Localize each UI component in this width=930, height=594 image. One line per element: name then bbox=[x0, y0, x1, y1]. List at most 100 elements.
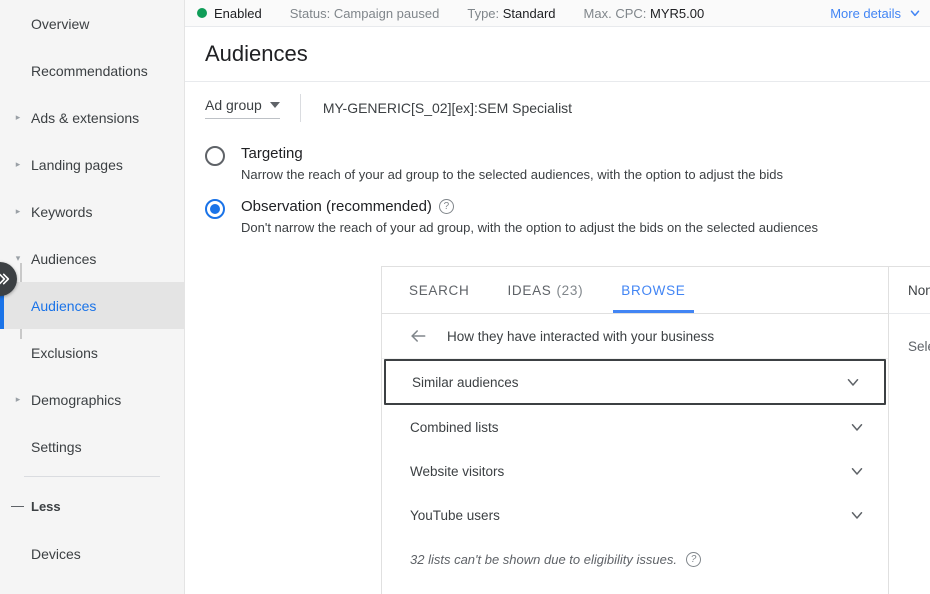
tab-label: SEARCH bbox=[409, 283, 469, 298]
sidebar-item-label: Overview bbox=[31, 16, 89, 32]
caret-down-icon bbox=[270, 102, 280, 108]
chevron-down-icon bbox=[848, 462, 866, 480]
sidebar-item-label: Demographics bbox=[31, 392, 121, 408]
picker-tabs: SEARCH IDEAS(23) BROWSE bbox=[382, 267, 888, 314]
status-campaign: Status: Campaign paused bbox=[290, 6, 440, 21]
status-type: Type: Standard bbox=[467, 6, 555, 21]
status-value: Campaign paused bbox=[334, 6, 440, 21]
sidebar-item-landing-pages[interactable]: ▸ Landing pages bbox=[0, 141, 184, 188]
max-cpc-value: MYR5.00 bbox=[650, 6, 704, 21]
category-label: YouTube users bbox=[410, 508, 500, 523]
scope-option-description: Narrow the reach of your ad group to the… bbox=[241, 167, 783, 183]
expand-chevron[interactable] bbox=[844, 373, 862, 391]
sidebar-item-recommendations[interactable]: Recommendations bbox=[0, 47, 184, 94]
tab-ideas[interactable]: IDEAS(23) bbox=[507, 267, 583, 313]
sidebar-item-label: Ads & extensions bbox=[31, 110, 139, 126]
tab-label: IDEAS bbox=[507, 283, 551, 298]
sidebar-item-label: Less bbox=[31, 499, 61, 514]
eligibility-note-text: 32 lists can't be shown due to eligibili… bbox=[410, 552, 677, 567]
back-arrow-icon[interactable] bbox=[406, 324, 430, 348]
triangle-right-icon[interactable]: ▸ bbox=[12, 394, 24, 406]
expand-chevron[interactable] bbox=[848, 506, 866, 524]
adgroup-name: MY-GENERIC[S_02][ex]:SEM Specialist bbox=[323, 100, 572, 116]
scope-option-targeting[interactable]: Targeting Narrow the reach of your ad gro… bbox=[205, 144, 930, 183]
status-label: Status: bbox=[290, 6, 330, 21]
sidebar-item-audiences[interactable]: ▾ Audiences bbox=[0, 235, 184, 282]
category-row-youtube-users[interactable]: YouTube users bbox=[382, 493, 888, 537]
category-row-combined-lists[interactable]: Combined lists bbox=[382, 405, 888, 449]
expand-chevron[interactable] bbox=[848, 418, 866, 436]
selection-header: None selected bbox=[889, 267, 930, 314]
left-sidebar-navigation: Overview Recommendations ▸ Ads & extensions… bbox=[0, 0, 185, 594]
status-dot-icon bbox=[197, 8, 207, 18]
eligibility-note-row: 32 lists can't be shown due to eligibili… bbox=[382, 537, 888, 581]
page-title: Audiences bbox=[205, 41, 308, 67]
scope-option-title: Targeting bbox=[241, 144, 303, 163]
max-cpc-label: Max. CPC: bbox=[584, 6, 647, 21]
google-ads-audiences-page: Overview Recommendations ▸ Ads & extensions… bbox=[0, 0, 930, 594]
status-enabled-label: Enabled bbox=[214, 6, 262, 21]
adgroup-dropdown[interactable]: Ad group bbox=[205, 97, 280, 119]
scope-option-title: Observation (recommended) bbox=[241, 197, 432, 216]
sidebar-item-label: Keywords bbox=[31, 204, 92, 220]
sidebar-item-demographics[interactable]: ▸ Demographics bbox=[0, 376, 184, 423]
sidebar-item-ads-extensions[interactable]: ▸ Ads & extensions bbox=[0, 94, 184, 141]
sidebar-item-overview[interactable]: Overview bbox=[0, 0, 184, 47]
category-label: Website visitors bbox=[410, 464, 504, 479]
main-content: Enabled Status: Campaign paused Type: St… bbox=[185, 0, 930, 594]
scope-option-text: Observation (recommended)? Don't narrow t… bbox=[241, 197, 818, 236]
campaign-status-bar: Enabled Status: Campaign paused Type: St… bbox=[185, 0, 930, 27]
category-row-similar-audiences[interactable]: Similar audiences bbox=[384, 359, 886, 405]
scope-option-observation[interactable]: Observation (recommended)? Don't narrow t… bbox=[205, 197, 930, 236]
category-label: Combined lists bbox=[410, 420, 499, 435]
page-title-bar: Audiences bbox=[185, 27, 930, 82]
sidebar-item-label: Audiences bbox=[31, 298, 96, 314]
help-icon[interactable]: ? bbox=[686, 552, 701, 567]
sidebar-item-label: Audiences bbox=[31, 251, 96, 267]
more-details-label: More details bbox=[830, 6, 901, 21]
sidebar-item-devices[interactable]: Devices bbox=[0, 530, 184, 577]
category-row-website-visitors[interactable]: Website visitors bbox=[382, 449, 888, 493]
sidebar-item-settings[interactable]: Settings bbox=[0, 423, 184, 470]
scope-option-description: Don't narrow the reach of your ad group,… bbox=[241, 220, 818, 236]
double-chevron-right-icon bbox=[0, 271, 11, 287]
radio-button[interactable] bbox=[205, 199, 225, 219]
adgroup-dropdown-label: Ad group bbox=[205, 97, 262, 113]
category-label: Similar audiences bbox=[412, 375, 519, 390]
chevron-down-icon bbox=[848, 418, 866, 436]
triangle-right-icon[interactable]: ▸ bbox=[12, 159, 24, 171]
breadcrumb-label: How they have interacted with your busin… bbox=[447, 329, 714, 344]
expand-chevron[interactable] bbox=[848, 462, 866, 480]
triangle-down-icon[interactable]: ▾ bbox=[12, 253, 24, 265]
triangle-right-icon[interactable]: ▸ bbox=[12, 112, 24, 124]
sidebar-item-less[interactable]: Less bbox=[0, 483, 184, 530]
chevron-down-icon bbox=[844, 373, 862, 391]
tab-search[interactable]: SEARCH bbox=[409, 267, 469, 313]
audience-selection-pane: None selected Select one or more audienc… bbox=[889, 267, 930, 594]
sidebar-item-list: Overview Recommendations ▸ Ads & extensions… bbox=[0, 0, 184, 470]
help-icon[interactable]: ? bbox=[439, 199, 454, 214]
chevron-down-icon bbox=[908, 6, 922, 20]
scope-option-title-row: Observation (recommended)? bbox=[241, 197, 818, 216]
tab-browse[interactable]: BROWSE bbox=[621, 267, 685, 313]
audience-picker-browse-pane: SEARCH IDEAS(23) BROWSE How they have inte… bbox=[382, 267, 889, 594]
sidebar-item-label: Devices bbox=[31, 546, 81, 562]
type-label: Type: bbox=[467, 6, 499, 21]
sidebar-item-label: Exclusions bbox=[31, 345, 98, 361]
audience-category-list: Similar audiences Combined lists Website v… bbox=[382, 359, 888, 537]
sidebar-item-keywords[interactable]: ▸ Keywords bbox=[0, 188, 184, 235]
sidebar-item-label: Landing pages bbox=[31, 157, 123, 173]
audience-picker-card: SEARCH IDEAS(23) BROWSE How they have inte… bbox=[381, 266, 930, 594]
vertical-separator bbox=[300, 94, 301, 122]
scope-option-title-row: Targeting bbox=[241, 144, 783, 163]
sidebar-item-change-history[interactable]: Change history bbox=[0, 577, 184, 594]
triangle-right-icon[interactable]: ▸ bbox=[12, 206, 24, 218]
sidebar-item-list-secondary: Devices Change history bbox=[0, 530, 184, 594]
more-details-link[interactable]: More details bbox=[830, 6, 922, 21]
sidebar-item-audiences[interactable]: Audiences bbox=[0, 282, 184, 329]
scope-radio-group: Targeting Narrow the reach of your ad gro… bbox=[185, 134, 930, 236]
radio-button[interactable] bbox=[205, 146, 225, 166]
sidebar-item-exclusions[interactable]: Exclusions bbox=[0, 329, 184, 376]
scope-option-text: Targeting Narrow the reach of your ad gro… bbox=[241, 144, 783, 183]
status-max-cpc: Max. CPC: MYR5.00 bbox=[584, 6, 705, 21]
